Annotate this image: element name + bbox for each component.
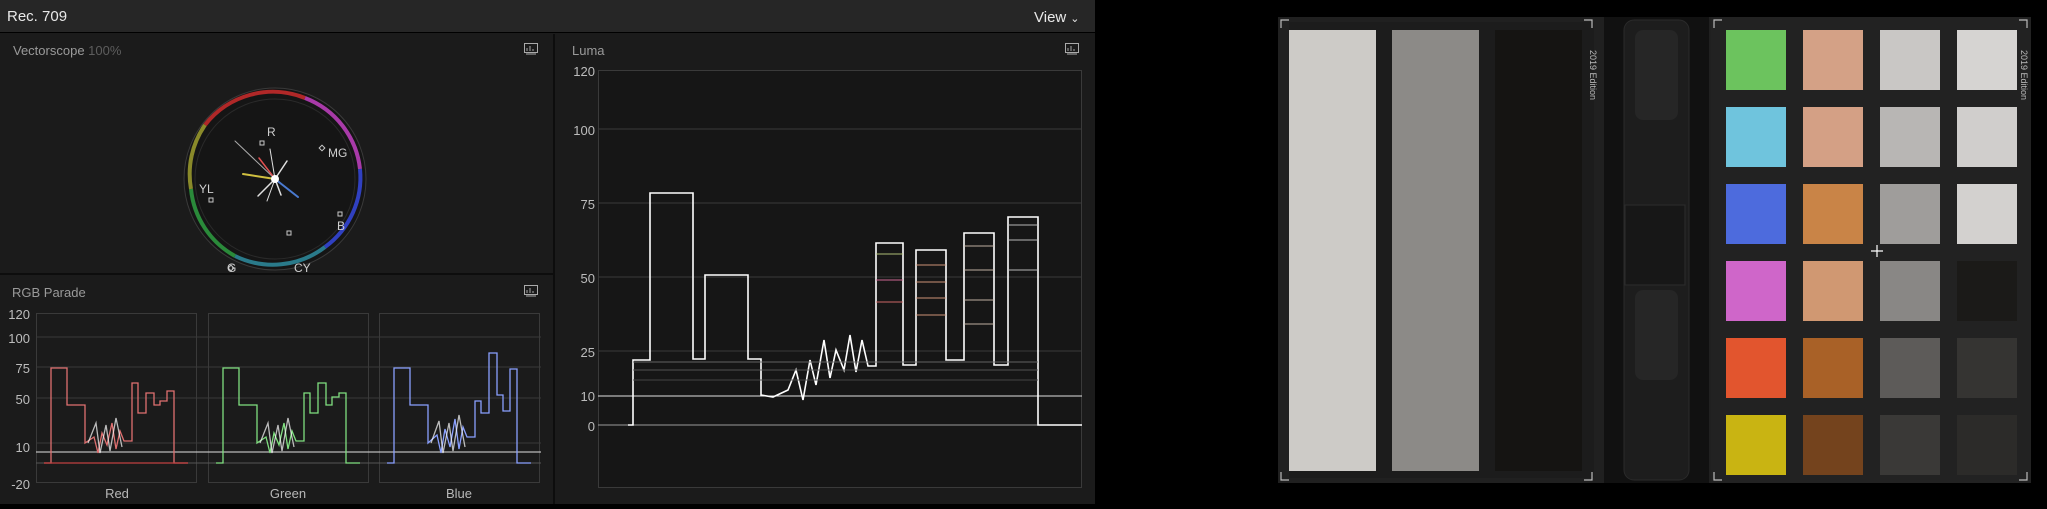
parade-scale-100: 100: [8, 331, 30, 346]
target-label-b: B: [337, 219, 345, 233]
black-patch: [1495, 30, 1582, 471]
view-menu-button[interactable]: View ⌄: [1034, 9, 1079, 26]
channel-label-red: Red: [105, 486, 129, 501]
parade-scale-minus20: -20: [11, 477, 30, 492]
white-patch: [1289, 30, 1376, 471]
luma-scale-25: 25: [580, 345, 595, 360]
color-space-label: Rec. 709: [7, 8, 68, 25]
channel-label-blue: Blue: [445, 486, 473, 501]
luma-scale-10: 10: [580, 389, 595, 404]
video-scopes-panel: Rec. 709 View ⌄ Vectorscope 100% R MG B …: [0, 0, 1095, 504]
target-label-mg: MG: [328, 146, 347, 160]
edition-label-right: 2019 Edition: [2019, 50, 2029, 100]
target-label-yl: YL: [199, 182, 214, 196]
rgb-parade-graph: [36, 313, 541, 483]
rgb-parade-panel: RGB Parade 120 100 75 50 10 -20 Red Gree…: [0, 275, 553, 504]
parade-scale-10: 10: [15, 440, 30, 455]
gray-patch: [1392, 30, 1479, 471]
channel-label-green: Green: [269, 486, 307, 501]
view-menu-label: View: [1034, 9, 1067, 26]
scope-settings-icon[interactable]: [1065, 43, 1079, 55]
scope-settings-icon[interactable]: [524, 285, 538, 297]
vectorscope-panel: Vectorscope 100% R MG B CY G YL: [0, 34, 553, 275]
parade-scale-50: 50: [15, 392, 30, 407]
vectorscope-title: Vectorscope 100%: [13, 43, 121, 58]
luma-waveform-graph: [598, 70, 1082, 488]
color-checker-frame: 2019 Edition 2019 Edition: [1278, 17, 2031, 483]
vectorscope-zoom: 100%: [88, 43, 122, 58]
luma-scale-50: 50: [580, 271, 595, 286]
luma-scale-75: 75: [580, 197, 595, 212]
video-viewer: 2019 Edition 2019 Edition: [1199, 0, 2047, 504]
luma-scale-0: 0: [587, 419, 595, 434]
scope-settings-icon[interactable]: [524, 43, 538, 55]
scopes-header: Rec. 709 View ⌄: [0, 0, 1095, 33]
luma-title: Luma: [572, 43, 605, 58]
parade-scale-75: 75: [15, 361, 30, 376]
rgb-parade-title: RGB Parade: [12, 285, 86, 300]
parade-scale-120: 120: [8, 307, 30, 322]
vectorscope-title-text: Vectorscope: [13, 43, 85, 58]
chevron-down-icon: ⌄: [1070, 13, 1080, 25]
edition-label-left: 2019 Edition: [1588, 50, 1598, 100]
target-label-r: R: [267, 125, 276, 139]
luma-scale-100: 100: [573, 123, 595, 138]
luma-scale-120: 120: [573, 64, 595, 79]
vectorscope-graph: R MG B CY G YL: [183, 87, 367, 275]
luma-panel: Luma 120 100 75 50 25 10 0: [555, 34, 1095, 504]
